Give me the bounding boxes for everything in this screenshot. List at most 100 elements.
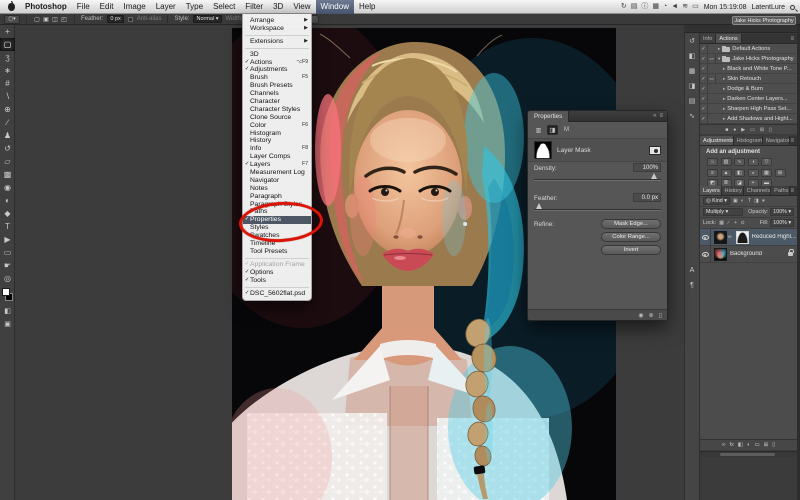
volume-icon[interactable]: ◄ [671,0,678,14]
feather-slider[interactable] [534,203,661,211]
channel-mixer-icon[interactable]: ▦ [761,168,772,177]
brush-tool[interactable]: ∕ [0,116,15,129]
opacity-input[interactable]: 100% ▾ [770,208,794,216]
eyedropper-tool[interactable]: ∖ [0,90,15,103]
levels-icon[interactable]: ▥ [720,158,732,166]
layer-mask-thumbnail[interactable] [735,230,749,244]
delete-action-icon[interactable]: ▯ [769,127,772,133]
layers-scrollbar[interactable] [700,451,797,457]
menu-view[interactable]: View [288,0,315,14]
tab-layers[interactable]: Layers [700,186,722,195]
sync-icon[interactable]: ↻ [621,0,627,14]
action-row-black-and-white-tone-p[interactable]: ✓ ▸ Black and White Tone P... [700,63,797,74]
invert-button[interactable]: Invert [601,245,661,255]
menu-item-brush-presets[interactable]: Brush Presets [243,82,311,90]
menu-edit[interactable]: Edit [95,0,119,14]
feather-slider-knob[interactable] [536,203,542,209]
expand-arrow-icon[interactable]: ▸ [723,116,725,122]
menu-help[interactable]: Help [354,0,380,14]
menu-item-extensions[interactable]: Extensions ▶ [243,38,311,46]
feather-value[interactable]: 0.0 px [633,193,661,202]
tab-channels[interactable]: Channels [743,186,772,195]
tab-adjustments[interactable]: Adjustments [700,136,734,145]
display-icon[interactable]: ▤ [631,0,638,14]
hand-tool[interactable]: ☛ [0,259,15,272]
menu-item-3d[interactable]: 3D [243,51,311,59]
filter-pixel-icon[interactable]: ▣ [732,198,739,204]
expand-arrow-icon[interactable]: ▸ [723,86,725,92]
layer-row-reduced-highl[interactable]: ∞ Reduced Highl... [700,228,797,246]
action-row-default-actions[interactable]: ✓ ▸ Default Actions [700,43,797,54]
panel-dock-grip[interactable] [684,25,800,33]
menu-item-arrange[interactable]: Arrange ▶ [243,17,311,25]
tab-paths[interactable]: Paths [771,186,791,195]
new-layer-icon[interactable]: ⊞ [764,442,769,448]
tab-histogram[interactable]: Histogram [733,136,763,145]
dodge-tool[interactable]: ◐ [0,194,15,207]
layer-style-icon[interactable]: fx [730,442,734,448]
filter-adjustment-icon[interactable]: ◐ [739,198,746,204]
expand-arrow-icon[interactable]: ▸ [718,46,720,52]
filter-shape-icon[interactable]: ◨ [753,198,760,204]
color-lookup-icon[interactable]: ⊞ [774,168,786,177]
checkmark-icon[interactable]: ✓ [700,63,708,74]
apply-mask-icon[interactable]: ⊗ [649,312,654,319]
menu-item-character[interactable]: Character [243,98,311,106]
delete-layer-icon[interactable]: ▯ [772,442,775,448]
new-action-icon[interactable]: ⊞ [760,127,764,133]
swatches-panel-icon[interactable]: ▦ [685,63,699,78]
crop-tool[interactable]: # [0,77,15,90]
layer-row-background[interactable]: Background [700,245,797,263]
fill-input[interactable]: 100% ▾ [770,219,794,227]
channels-panel-icon[interactable]: ▤ [685,93,699,108]
checkmark-icon[interactable]: ✓ [700,103,708,114]
checkmark-icon[interactable]: ✓ [700,113,708,124]
action-row-skin-retouch[interactable]: ✓ ▭ ▸ Skin Retouch [700,73,797,84]
curves-icon[interactable]: ∿ [734,158,745,166]
menu-item-dsc-5602flat-psd[interactable]: ✓ DSC_5602flat.psd [243,290,311,298]
density-slider-knob[interactable] [651,173,657,179]
blend-mode-select[interactable]: Multiply ▾ [703,208,743,216]
checkmark-icon[interactable]: ✓ [700,53,708,64]
menu-item-character-styles[interactable]: Character Styles [243,106,311,114]
expand-arrow-icon[interactable]: ▸ [723,106,725,112]
mask-type-label[interactable]: M [561,125,572,135]
spot-healing-tool[interactable]: ⊕ [0,103,15,116]
expand-arrow-icon[interactable]: ▸ [723,76,725,82]
lock-all-icon[interactable]: ⊙ [739,220,746,226]
menu-window[interactable]: Window [315,0,354,14]
history-panel-icon[interactable]: ↺ [685,33,699,48]
density-slider[interactable] [534,173,661,181]
checkmark-icon[interactable]: ✓ [700,73,708,84]
menu-type[interactable]: Type [181,0,208,14]
scrollbar-handle[interactable] [720,453,775,456]
visibility-toggle[interactable] [700,228,711,246]
link-layers-icon[interactable]: ∞ [722,442,726,448]
hue-saturation-icon[interactable]: ≡ [707,168,718,177]
menu-item-brush[interactable]: Brush F5 [243,74,311,82]
brightness-contrast-icon[interactable]: ☼ [707,158,718,166]
menu-item-info[interactable]: Info F8 [243,145,311,153]
shape-tool[interactable]: ▭ [0,246,15,259]
density-value[interactable]: 100% [633,163,661,172]
adjustments-view-icon[interactable]: ▥ [533,125,544,135]
gradient-tool[interactable]: ▩ [0,168,15,181]
collapse-panel-icon[interactable]: « [653,113,656,119]
tab-actions[interactable]: Actions [716,34,742,43]
move-tool[interactable]: + [0,25,15,38]
menu-item-tools[interactable]: ✓ Tools [243,277,311,285]
anti-alias-checkbox[interactable] [127,16,133,22]
add-selection-icon[interactable]: ▣ [42,16,50,23]
battery-icon[interactable]: ▭ [692,0,699,14]
tab-info[interactable]: Info [700,34,717,43]
apple-menu-icon[interactable] [8,0,15,11]
styles-panel-icon[interactable]: ◧ [685,48,699,63]
action-row-add-shadows-and-highl[interactable]: ✓ ▸ Add Shadows and Highl... [700,113,797,124]
menu-item-options[interactable]: ✓ Options [243,269,311,277]
filter-kind-select[interactable]: ◎ Kind ▾ [703,197,730,205]
checkmark-icon[interactable]: ✓ [700,93,708,104]
expand-arrow-icon[interactable]: ▸ [723,66,725,72]
photo-filter-icon[interactable]: ◒ [747,168,759,177]
dialog-toggle-icon[interactable]: ▭ [708,73,716,84]
menu-item-measurement-log[interactable]: Measurement Log [243,169,311,177]
